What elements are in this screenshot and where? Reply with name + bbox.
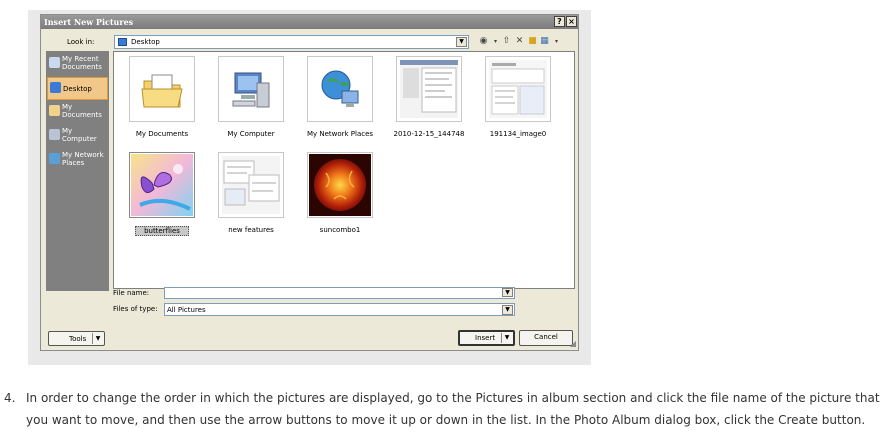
close-button[interactable]: × (566, 16, 577, 27)
delete-icon[interactable]: ✕ (514, 36, 525, 47)
file-name-label: File name: (113, 289, 150, 297)
resize-grip-icon[interactable]: ◢ (570, 339, 576, 348)
place-desktop[interactable]: Desktop (47, 77, 108, 100)
desktop-icon (118, 38, 127, 46)
screenshot-thumbnail (485, 56, 551, 122)
chevron-down-icon[interactable]: ▼ (92, 333, 103, 344)
up-folder-icon[interactable]: ⇧ (501, 36, 512, 47)
place-label: My Recent Documents (62, 55, 102, 71)
place-label: Desktop (63, 85, 92, 93)
my-computer-icon (49, 129, 60, 140)
desktop-icon (50, 82, 61, 93)
look-in-label: Look in: (67, 38, 95, 46)
cancel-button[interactable]: Cancel (519, 330, 573, 346)
chevron-down-icon[interactable]: ▼ (501, 333, 512, 343)
step-number: 4. (4, 391, 16, 405)
computer-icon (218, 56, 284, 122)
insert-label: Insert (475, 334, 496, 342)
place-my-computer[interactable]: My Computer (47, 125, 108, 148)
file-list[interactable]: My Documents My Computer My Network Plac… (113, 51, 575, 289)
insert-pictures-dialog: Insert New Pictures ? × Look in: Desktop… (40, 14, 579, 351)
views-dropdown-icon[interactable]: ▾ (551, 36, 562, 47)
step-text: In order to change the order in which th… (26, 391, 880, 427)
title-bar: Insert New Pictures ? × (41, 15, 578, 29)
file-name-input[interactable]: ▼ (164, 287, 515, 299)
place-network-places[interactable]: My Network Places (47, 149, 108, 172)
file-type-value: All Pictures (167, 306, 206, 314)
file-name: My Documents (135, 130, 189, 138)
look-in-value: Desktop (131, 38, 160, 46)
back-dropdown-icon[interactable]: ▾ (490, 36, 501, 47)
file-name: 191134_image0 (489, 130, 547, 138)
tools-label: Tools (69, 335, 87, 343)
file-name: My Network Places (306, 130, 374, 138)
file-name: butterflies (135, 226, 189, 236)
file-name: new features (228, 226, 274, 234)
folder-icon (129, 56, 195, 122)
dialog-title: Insert New Pictures (44, 17, 134, 27)
place-label: My Network Places (62, 151, 104, 167)
network-icon (307, 56, 373, 122)
place-my-documents[interactable]: My Documents (47, 101, 108, 124)
file-type-dropdown[interactable]: All Pictures ▼ (164, 303, 515, 316)
chevron-down-icon[interactable]: ▼ (502, 305, 513, 315)
screenshot-thumbnail (396, 56, 462, 122)
file-type-label: Files of type: (113, 305, 158, 313)
place-label: My Documents (62, 103, 102, 119)
file-name: suncombo1 (319, 226, 361, 234)
sun-image (307, 152, 373, 218)
butterfly-image (129, 152, 195, 218)
insert-button[interactable]: Insert ▼ (458, 330, 515, 346)
my-documents-icon (49, 105, 60, 116)
recent-documents-icon (49, 57, 60, 68)
back-icon[interactable]: ◉ (478, 36, 489, 47)
file-name: My Computer (227, 130, 275, 138)
place-label: My Computer (62, 127, 97, 143)
network-places-icon (49, 153, 60, 164)
views-icon[interactable]: ▦ (539, 36, 550, 47)
file-name: 2010-12-15_144748 (393, 130, 465, 138)
places-bar: My Recent Documents Desktop My Documents… (46, 51, 109, 291)
place-recent-documents[interactable]: My Recent Documents (47, 53, 108, 76)
look-in-dropdown[interactable]: Desktop ▼ (114, 35, 469, 49)
chevron-down-icon[interactable]: ▼ (456, 37, 467, 47)
chevron-down-icon[interactable]: ▼ (502, 288, 513, 297)
tools-button[interactable]: Tools ▼ (48, 331, 105, 346)
help-button[interactable]: ? (554, 16, 565, 27)
new-folder-icon[interactable]: ■ (527, 36, 538, 47)
screenshot-thumbnail (218, 152, 284, 218)
